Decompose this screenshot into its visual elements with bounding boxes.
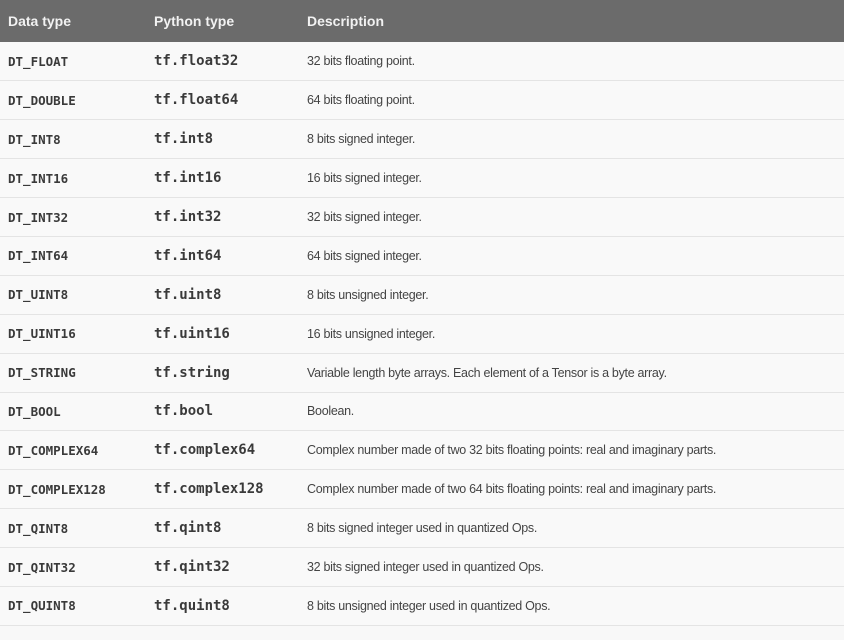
description-cell: Variable length byte arrays. Each elemen… (307, 365, 667, 380)
data-type-cell: DT_QINT32 (8, 559, 76, 575)
header-python-type: Python type (154, 13, 235, 29)
description-cell: 32 bits signed integer used in quantized… (307, 560, 544, 575)
data-type-cell: DT_STRING (8, 365, 76, 381)
python-type-cell: tf.qint8 (154, 520, 222, 537)
header-description: Description (307, 13, 385, 29)
data-type-cell: DT_INT64 (8, 248, 69, 264)
description-cell: 8 bits unsigned integer used in quantize… (307, 598, 551, 613)
table-row: DT_BOOL tf.bool Boolean. (0, 392, 844, 431)
python-type-cell: tf.float32 (154, 53, 239, 70)
python-type-cell: tf.string (154, 364, 230, 381)
python-type-cell: tf.int8 (154, 131, 214, 148)
description-cell: 16 bits unsigned integer. (307, 326, 436, 341)
python-type-cell: tf.complex64 (154, 442, 256, 459)
description-cell: Complex number made of two 32 bits float… (307, 443, 717, 458)
table-row: DT_STRING tf.string Variable length byte a… (0, 353, 844, 393)
python-type-cell: tf.int64 (154, 247, 222, 264)
data-types-table: Data type Python type Description DT_FLO… (0, 0, 844, 626)
table-header: Data type Python type Description (0, 0, 844, 42)
python-type-cell: tf.bool (154, 403, 214, 420)
data-type-cell: DT_DOUBLE (8, 92, 76, 108)
python-type-cell: tf.uint8 (154, 286, 222, 303)
data-type-cell: DT_UINT16 (8, 326, 76, 342)
table-row: DT_INT64 tf.int64 64 bits signed integer. (0, 236, 844, 276)
table-row: DT_INT16 tf.int16 16 bits signed integer. (0, 158, 844, 198)
data-type-cell: DT_UINT8 (8, 287, 69, 303)
data-type-cell: DT_COMPLEX64 (8, 442, 99, 458)
table-row: DT_INT32 tf.int32 32 bits signed integer. (0, 197, 844, 237)
table-row: DT_COMPLEX64 tf.complex64 Complex number m… (0, 430, 844, 470)
header-row: Data type Python type Description (0, 0, 844, 42)
python-type-cell: tf.qint32 (154, 559, 230, 576)
python-type-cell: tf.float64 (154, 92, 239, 109)
table-row: DT_UINT8 tf.uint8 8 bits unsigned integer. (0, 275, 844, 315)
description-cell: 32 bits floating point. (307, 54, 415, 69)
description-cell: 16 bits signed integer. (307, 171, 422, 186)
data-type-cell: DT_QINT8 (8, 520, 69, 536)
data-type-cell: DT_INT32 (8, 209, 69, 225)
data-type-cell: DT_QUINT8 (8, 598, 76, 614)
table-row: DT_FLOAT tf.float32 32 bits floating point… (0, 42, 844, 81)
data-type-cell: DT_FLOAT (8, 53, 69, 69)
table-row: DT_UINT16 tf.uint16 16 bits unsigned integ… (0, 314, 844, 354)
data-type-cell: DT_INT16 (8, 170, 69, 186)
description-cell: 64 bits signed integer. (307, 248, 422, 263)
description-cell: 8 bits signed integer used in quantized … (307, 521, 538, 536)
description-cell: 32 bits signed integer. (307, 210, 422, 224)
table-row: DT_QINT8 tf.qint8 8 bits signed integer us… (0, 508, 844, 548)
table-body: DT_FLOAT tf.float32 32 bits floating point… (0, 42, 844, 626)
description-cell: 8 bits unsigned integer. (307, 287, 429, 302)
table-row: DT_INT8 tf.int8 8 bits signed integer. (0, 119, 844, 159)
python-type-cell: tf.complex128 (154, 481, 264, 498)
data-type-cell: DT_INT8 (8, 131, 61, 147)
description-cell: 64 bits floating point. (307, 93, 415, 108)
description-cell: 8 bits signed integer. (307, 132, 416, 147)
table-row: DT_COMPLEX128 tf.complex128 Complex number… (0, 469, 844, 509)
data-type-cell: DT_COMPLEX128 (8, 481, 106, 497)
description-cell: Boolean. (307, 404, 354, 419)
data-type-cell: DT_BOOL (8, 403, 61, 419)
table-row: DT_QINT32 tf.qint32 32 bits signed integer… (0, 547, 844, 587)
description-cell: Complex number made of two 64 bits float… (307, 482, 717, 497)
table-row: DT_DOUBLE tf.float64 64 bits floating poin… (0, 80, 844, 120)
python-type-cell: tf.uint16 (154, 325, 230, 342)
python-type-cell: tf.quint8 (154, 597, 230, 614)
python-type-cell: tf.int16 (154, 170, 222, 187)
python-type-cell: tf.int32 (154, 209, 222, 225)
table-row: DT_QUINT8 tf.quint8 8 bits unsigned intege… (0, 586, 844, 626)
header-data-type: Data type (8, 13, 72, 29)
